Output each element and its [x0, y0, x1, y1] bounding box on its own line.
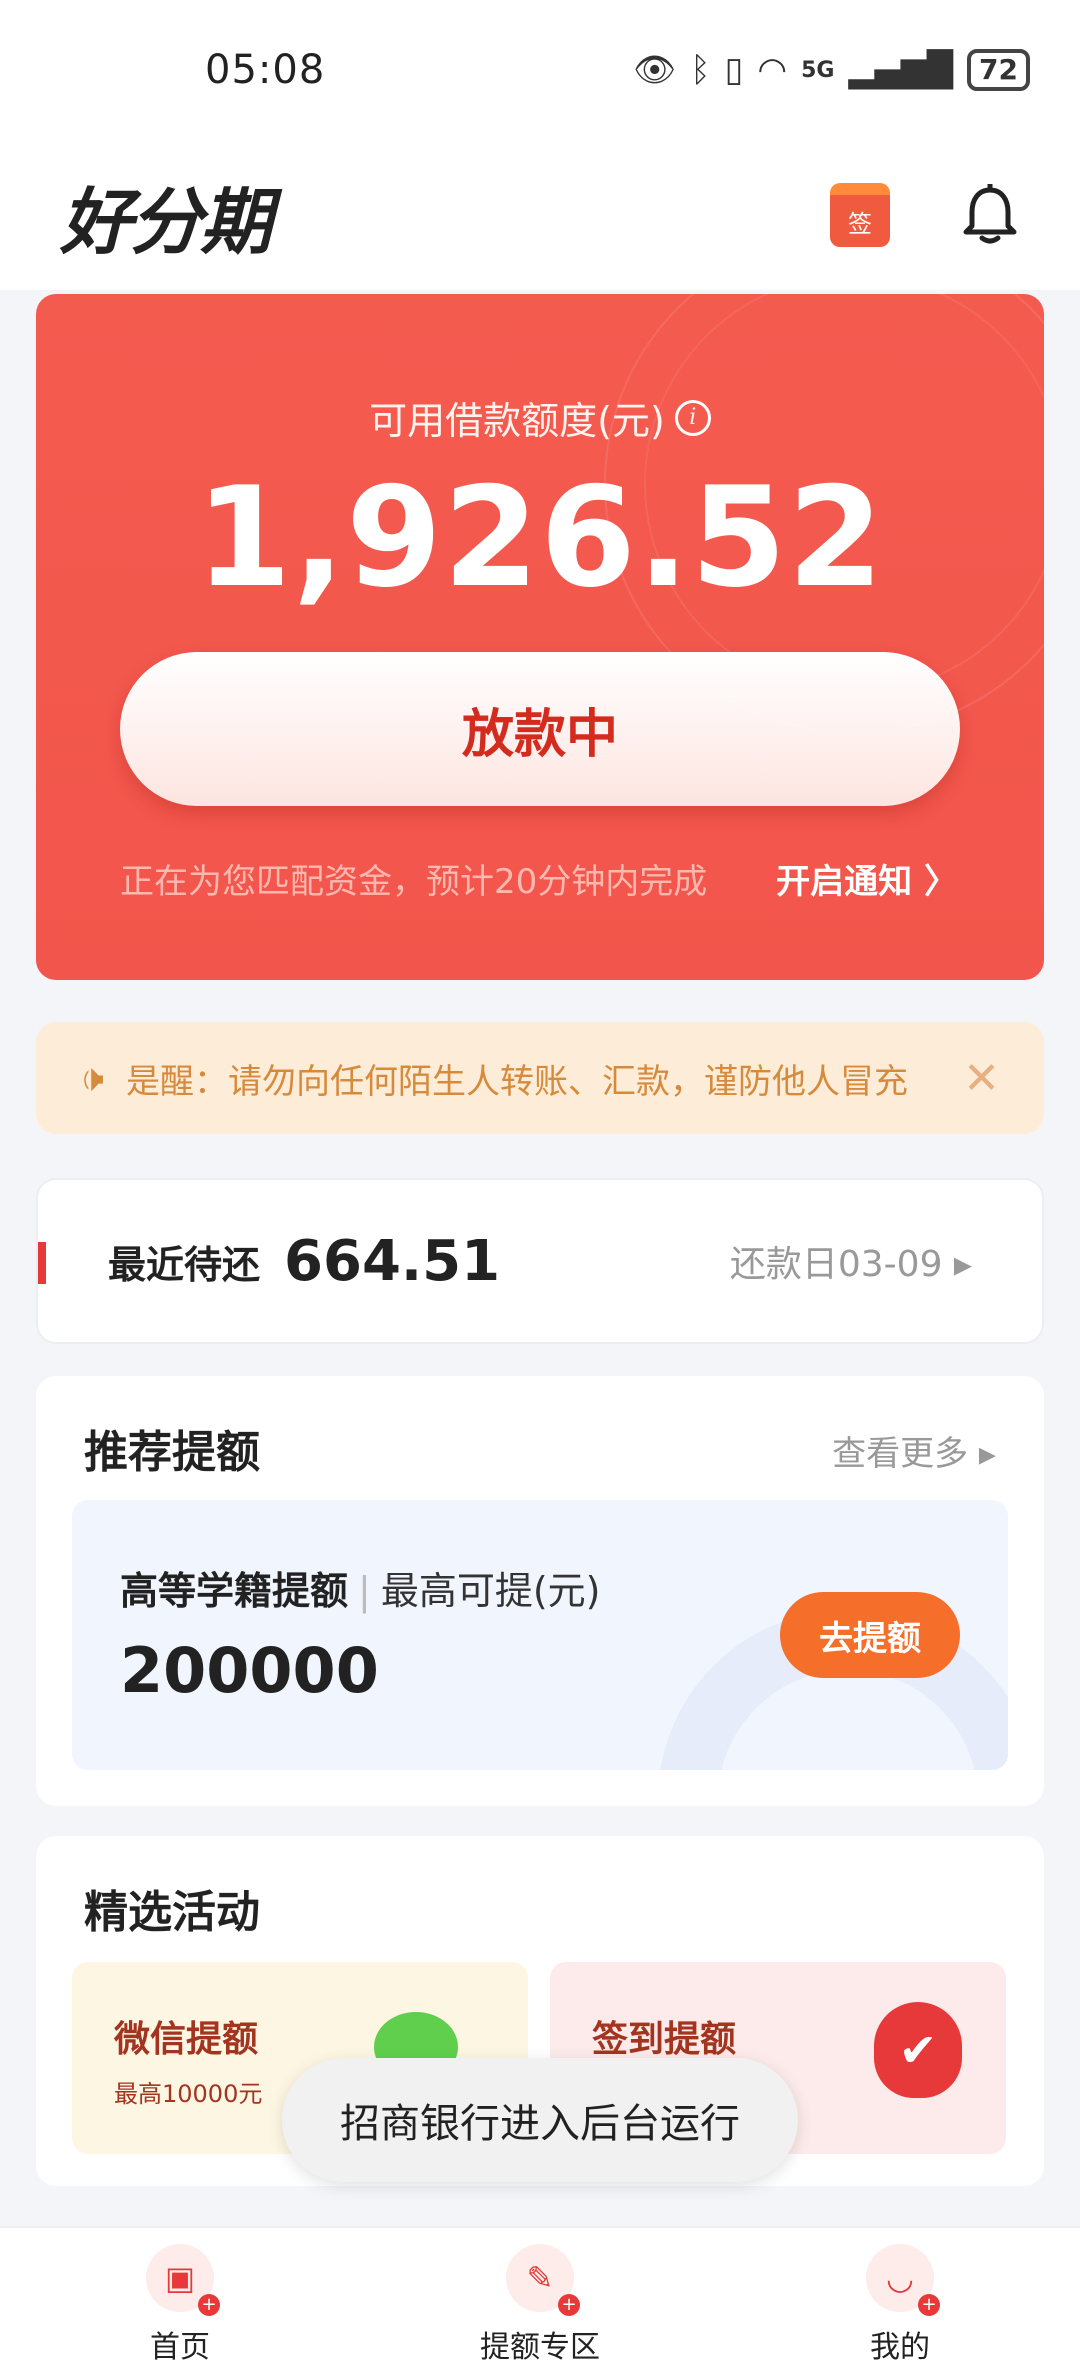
status-icons: 👁 ᛒ ▯ ◠ 5G ▂▄▆█ 72 [633, 49, 1030, 91]
eye-icon: 👁 [633, 50, 677, 90]
section-title: 推荐提额 [84, 1427, 260, 1478]
sign-label: 签 [848, 209, 872, 238]
bell-icon[interactable] [960, 184, 1020, 246]
calendar-sign-icon[interactable]: 签 [830, 183, 890, 247]
recommend-item-title: 高等学籍提额 | 最高可提(元) [120, 1560, 600, 1615]
recommend-item-subtitle: 最高可提(元) [380, 1569, 601, 1613]
network-label: 5G [801, 57, 835, 83]
separator: | [358, 1569, 371, 1613]
anti-fraud-notice: 🕩 是醒：请勿向任何陌生人转账、汇款，谨防他人冒充 ✕ [36, 1022, 1044, 1134]
status-time: 05:08 [205, 47, 326, 93]
nav-item-home[interactable]: ▣ + 首页 [0, 2228, 360, 2376]
close-icon[interactable]: ✕ [963, 1053, 1000, 1104]
disbursement-note: 正在为您匹配资金，预计20分钟内完成 [120, 862, 708, 902]
credit-limit-card: 可用借款额度(元) i 1,926.52 放款中 正在为您匹配资金，预计20分钟… [36, 294, 1044, 980]
wifi-icon: ◠ [757, 50, 788, 90]
home-icon: ▣ + [146, 2244, 220, 2316]
bluetooth-icon: ᛒ [690, 50, 711, 90]
upcoming-repayment-card[interactable]: 最近待还 664.51 还款日03-09 ▸ [36, 1178, 1044, 1344]
recommend-quota-section: 推荐提额 查看更多 ▸ 高等学籍提额 | 最高可提(元) 200000 去提额 [36, 1376, 1044, 1806]
recommend-item-name: 高等学籍提额 [120, 1569, 349, 1613]
nav-label: 提额专区 [480, 2330, 600, 2365]
nav-label: 我的 [870, 2330, 930, 2365]
nav-item-profile[interactable]: ◡ + 我的 [720, 2228, 1080, 2376]
money-bag-icon: ✔ [874, 2002, 962, 2098]
notice-text: 是醒：请勿向任何陌生人转账、汇款，谨防他人冒充 [125, 1061, 908, 1102]
increase-quota-button[interactable]: 去提额 [780, 1592, 960, 1678]
see-more-link[interactable]: 查看更多 ▸ [832, 1426, 996, 1475]
nav-item-quota-zone[interactable]: ✎ + 提额专区 [360, 2228, 720, 2376]
bottom-nav: ▣ + 首页 ✎ + 提额专区 ◡ + 我的 [0, 2226, 1080, 2376]
recommend-item[interactable]: 高等学籍提额 | 最高可提(元) 200000 去提额 [72, 1500, 1008, 1770]
battery-icon: 72 [967, 49, 1030, 91]
signal-icon: ▂▄▆█ [848, 50, 954, 90]
recommend-item-value: 200000 [120, 1634, 379, 1707]
app-logo: 好分期 [60, 178, 272, 264]
enable-notification-link[interactable]: 开启通知 〉 [776, 854, 958, 903]
vibrate-icon: ▯ [724, 50, 744, 90]
quota-zone-icon: ✎ + [506, 2244, 580, 2316]
app-header: 好分期 签 [0, 140, 1080, 290]
speaker-icon: 🕩 [80, 1055, 104, 1100]
repayment-due-date[interactable]: 还款日03-09 ▸ [730, 1235, 972, 1287]
activity-subtitle: 最高10000元 [114, 2080, 263, 2108]
accent-bar [38, 1242, 46, 1284]
status-bar: 05:08 👁 ᛒ ▯ ◠ 5G ▂▄▆█ 72 [0, 0, 1080, 140]
profile-icon: ◡ + [866, 2244, 940, 2316]
repayment-label: 最近待还 [108, 1242, 261, 1287]
activity-title: 签到提额 [592, 2019, 737, 2060]
repayment-amount: 664.51 [284, 1228, 501, 1294]
section-title: 精选活动 [84, 1887, 260, 1938]
activity-title: 微信提额 [114, 2019, 259, 2060]
nav-label: 首页 [150, 2330, 210, 2365]
toast-message: 招商银行进入后台运行 [282, 2058, 798, 2182]
